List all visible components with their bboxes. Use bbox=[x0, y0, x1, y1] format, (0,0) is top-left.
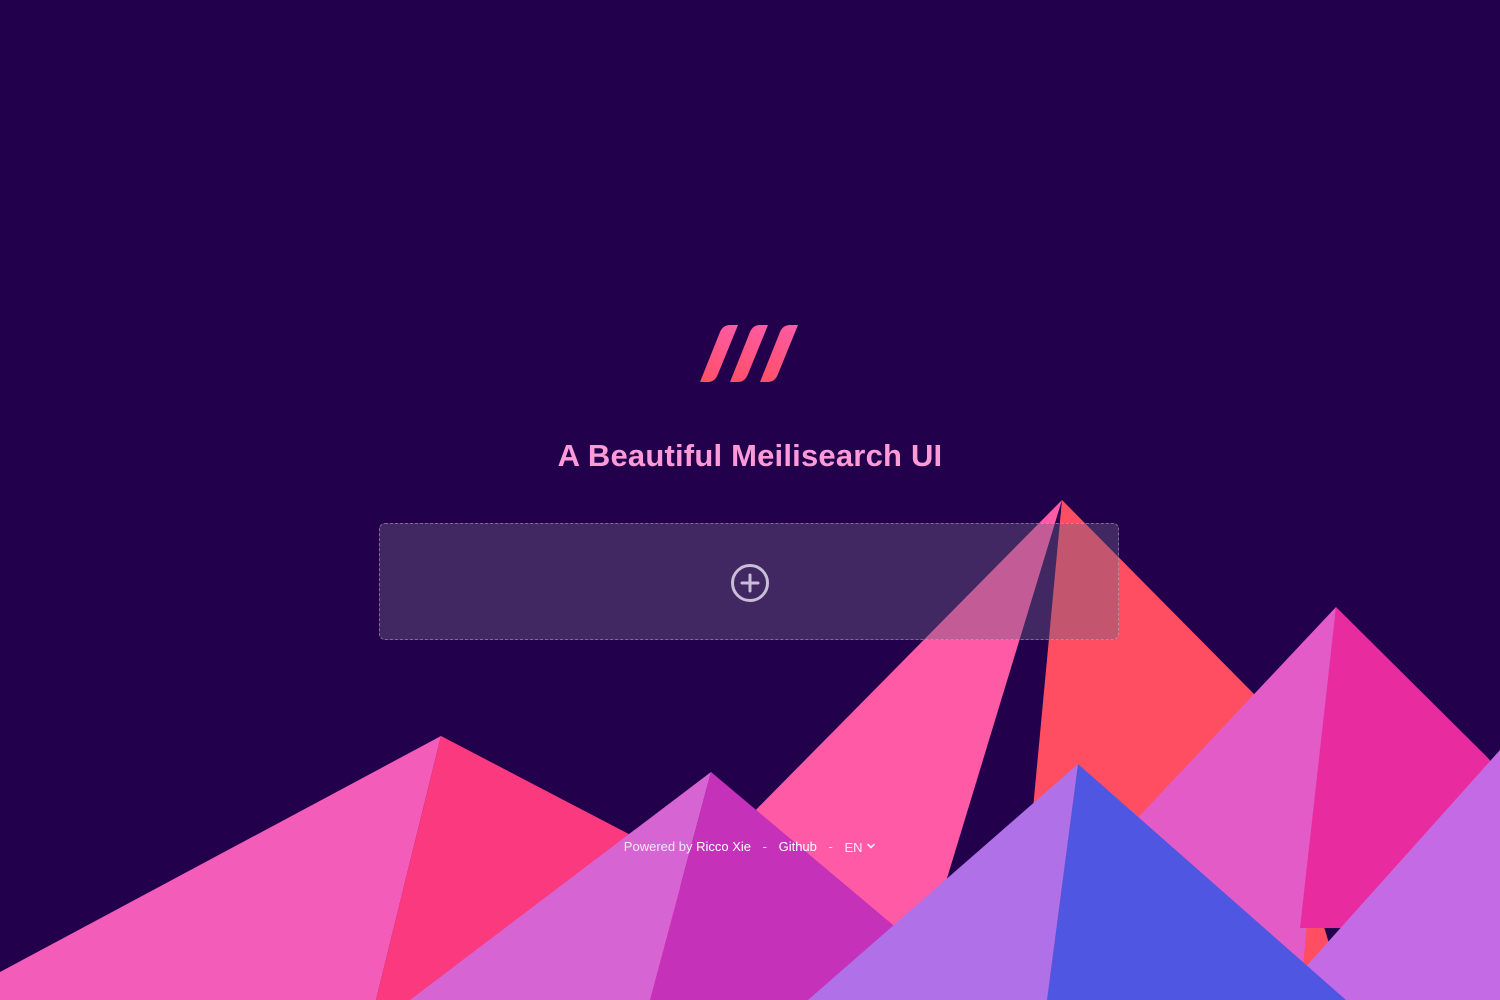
logo-stripe-middle bbox=[730, 325, 768, 382]
logo-stripe-left bbox=[700, 325, 738, 382]
page: A Beautiful Meilisearch UI Powered by Ri… bbox=[0, 0, 1500, 1000]
footer-separator: - bbox=[762, 839, 767, 855]
github-link[interactable]: Github bbox=[779, 839, 817, 854]
meilisearch-logo-icon bbox=[700, 325, 798, 382]
chevron-down-icon bbox=[867, 843, 875, 848]
language-select[interactable]: EN bbox=[845, 839, 877, 855]
plus-circle-icon bbox=[731, 564, 769, 602]
page-title: A Beautiful Meilisearch UI bbox=[557, 438, 943, 473]
language-select-value: EN bbox=[844, 839, 863, 855]
footer-separator: - bbox=[828, 839, 833, 855]
footer: Powered by Ricco Xie - Github - EN bbox=[0, 838, 1500, 855]
powered-by-label: Powered by bbox=[623, 839, 693, 855]
mountain-left-left-face bbox=[0, 736, 441, 1000]
logo-stripe-right bbox=[760, 325, 798, 382]
author-link[interactable]: Ricco Xie bbox=[696, 839, 751, 854]
add-instance-button[interactable] bbox=[379, 523, 1119, 640]
